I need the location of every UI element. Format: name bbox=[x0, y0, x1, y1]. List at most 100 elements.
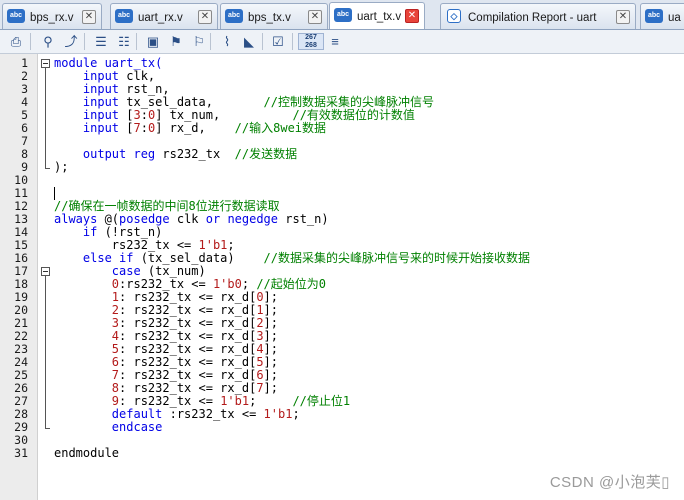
code-keyword: input bbox=[82, 82, 120, 96]
code-text: ; bbox=[227, 238, 235, 252]
code-text: ]; bbox=[263, 303, 278, 317]
code-number: 7 bbox=[111, 368, 120, 382]
check-syntax-icon[interactable]: ☑ bbox=[269, 33, 287, 50]
list-icon[interactable]: ≡ bbox=[326, 33, 344, 50]
code-text: tx_sel_data, bbox=[119, 95, 264, 109]
code-text: : rs232_tx <= rx_d[ bbox=[119, 329, 257, 343]
tab-1[interactable]: abc bps_rx.v ✕ bbox=[2, 3, 102, 29]
code-keyword: input bbox=[82, 95, 120, 109]
attach-icon[interactable]: ⌇ bbox=[218, 33, 236, 50]
text-caret bbox=[54, 187, 55, 200]
code-number: 7 bbox=[133, 121, 141, 135]
tab-3[interactable]: abc bps_tx.v ✕ bbox=[220, 3, 328, 29]
code-text: :rs232_tx <= bbox=[119, 277, 213, 291]
code-text: :rs232_tx <= bbox=[162, 407, 264, 421]
code-text: ]; bbox=[263, 355, 278, 369]
fold-toggle-icon[interactable] bbox=[41, 267, 50, 276]
code-number: 6 bbox=[111, 355, 120, 369]
tab-label: uart_rx.v bbox=[138, 12, 183, 24]
insert-template-icon[interactable]: ▣ bbox=[144, 33, 162, 50]
unindent-icon[interactable]: ☷ bbox=[115, 33, 133, 50]
code-line[interactable]: endcase bbox=[54, 420, 163, 434]
code-line[interactable]: ); bbox=[54, 161, 68, 174]
code-line[interactable]: output reg rs232_tx //发送数据 bbox=[54, 148, 297, 161]
code-keyword: input bbox=[82, 121, 120, 135]
tab-5[interactable]: ◇ Compilation Report - uart ✕ bbox=[440, 3, 636, 29]
toolbar-separator bbox=[262, 33, 263, 50]
code-text: ]; bbox=[263, 342, 278, 356]
next-bookmark-icon[interactable]: ⚐ bbox=[190, 33, 208, 50]
fold-end bbox=[45, 428, 50, 429]
code-number: 4 bbox=[256, 342, 264, 356]
code-text: : rs232_tx <= rx_d[ bbox=[119, 381, 257, 395]
line-counter-icon[interactable]: 267 268 bbox=[298, 33, 324, 50]
code-keyword: case bbox=[111, 264, 141, 278]
code-text: : rs232_tx <= rx_d[ bbox=[119, 316, 257, 330]
code-keyword: else if bbox=[82, 251, 134, 265]
verilog-file-icon: abc bbox=[645, 9, 663, 23]
close-tab-icon[interactable]: ✕ bbox=[616, 10, 630, 24]
code-number: 5 bbox=[111, 342, 120, 356]
code-editor[interactable]: module uart_tx( input clk, input rst_n, … bbox=[54, 54, 684, 500]
code-line[interactable]: input [7:0] rx_d, //输入8wei数据 bbox=[54, 122, 326, 135]
code-text: endmodule bbox=[54, 446, 120, 460]
close-tab-icon[interactable]: ✕ bbox=[82, 10, 96, 24]
code-text: : rs232_tx <= bbox=[119, 394, 221, 408]
code-comment: //发送数据 bbox=[234, 147, 298, 161]
indent-icon[interactable]: ☰ bbox=[92, 33, 110, 50]
find-next-icon[interactable]: ⤴ bbox=[62, 33, 80, 50]
tab-label: uart_tx.v bbox=[357, 11, 402, 23]
close-tab-icon[interactable]: ✕ bbox=[198, 10, 212, 24]
code-text: : bbox=[140, 121, 148, 135]
code-text: clk bbox=[169, 212, 206, 226]
tab-2[interactable]: abc uart_rx.v ✕ bbox=[110, 3, 218, 29]
tab-4[interactable]: abc uart_tx.v ✕ bbox=[329, 2, 425, 29]
fold-toggle-icon[interactable] bbox=[41, 59, 50, 68]
tab-label: bps_tx.v bbox=[248, 12, 291, 24]
code-text: ; bbox=[241, 277, 257, 291]
toolbar-separator bbox=[30, 33, 31, 50]
code-comment: //起始位为0 bbox=[256, 277, 326, 291]
code-text: : rs232_tx <= rx_d[ bbox=[119, 303, 257, 317]
report-icon: ◇ bbox=[447, 9, 461, 23]
code-text: : rs232_tx <= rx_d[ bbox=[119, 355, 257, 369]
code-keyword: default bbox=[111, 407, 163, 421]
fold-guide bbox=[45, 276, 46, 428]
code-text: ]; bbox=[263, 316, 278, 330]
close-tab-icon[interactable]: ✕ bbox=[405, 9, 419, 23]
code-text: : rs232_tx <= rx_d[ bbox=[119, 368, 257, 382]
find-icon[interactable]: ⚲ bbox=[39, 33, 57, 50]
code-text: (tx_sel_data) bbox=[133, 251, 264, 265]
toggle-bookmark-icon[interactable]: ⚑ bbox=[167, 33, 185, 50]
tab-label: Compilation Report - uart bbox=[468, 12, 597, 24]
counter-top: 267 bbox=[305, 34, 317, 41]
code-text: : bbox=[140, 108, 148, 122]
tab-6[interactable]: abc ua bbox=[640, 3, 684, 29]
code-text: : rs232_tx <= rx_d[ bbox=[119, 290, 257, 304]
close-tab-icon[interactable]: ✕ bbox=[308, 10, 322, 24]
toolbar-separator bbox=[84, 33, 85, 50]
code-number: 2 bbox=[256, 316, 264, 330]
comment-icon[interactable]: ◣ bbox=[240, 33, 258, 50]
code-text: (!rst_n) bbox=[97, 225, 163, 239]
print-icon[interactable]: ⎙ bbox=[7, 33, 25, 50]
code-line[interactable]: endmodule bbox=[54, 447, 119, 460]
code-number: 2 bbox=[111, 303, 120, 317]
code-text: ); bbox=[54, 160, 69, 174]
code-text: rs232_tx bbox=[155, 147, 235, 161]
line-number-gutter: 1 2 3 4 5 6 7 8 9 10 11 12 13 14 15 16 17 18 19 20 21 22 23 24 2… bbox=[0, 54, 38, 500]
code-keyword: endcase bbox=[111, 420, 163, 434]
code-text: rs232_tx <= bbox=[54, 238, 199, 252]
tab-label: bps_rx.v bbox=[30, 12, 74, 24]
code-text: ]; bbox=[263, 329, 278, 343]
